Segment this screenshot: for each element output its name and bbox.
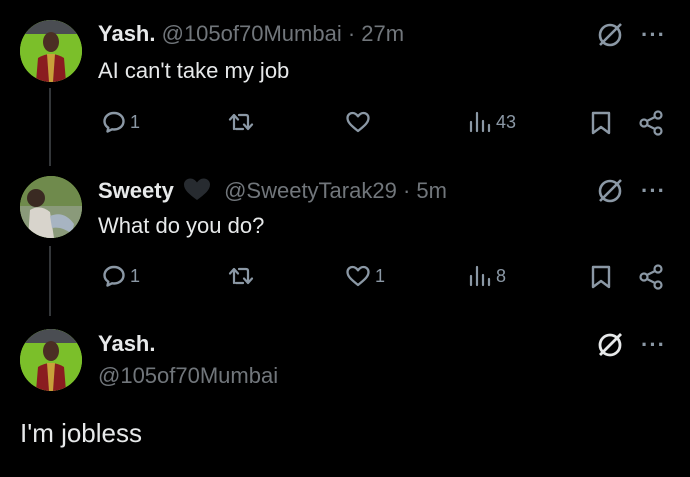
views-button[interactable]: 8 [468,264,506,288]
tweet-text: What do you do? [98,213,265,238]
heart-icon [346,111,370,133]
thread-line [49,88,51,166]
reply-button[interactable]: 1 [102,264,140,288]
author-name[interactable]: Yash. [98,330,155,358]
speech-bubble-icon [103,265,125,287]
more-icon[interactable]: ··· [641,24,666,46]
retweet-button[interactable] [228,110,258,134]
grok-icon[interactable] [595,20,625,50]
avatar[interactable] [20,329,82,391]
author-handle[interactable]: @105of70Mumbai [98,362,278,390]
share-icon[interactable] [638,264,664,290]
bar-chart-icon [469,111,491,133]
grok-icon[interactable] [595,176,625,206]
author-name-text: Yash. [98,331,156,356]
tweet-text: I'm jobless [20,418,143,448]
timestamp[interactable]: · 5m [403,178,447,203]
like-count: 1 [375,265,386,286]
bookmark-icon[interactable] [590,264,612,290]
views-button[interactable]: 43 [468,110,516,134]
more-icon[interactable]: ··· [641,180,666,202]
retweet-icon [228,113,254,131]
view-count: 43 [496,111,517,132]
grok-icon[interactable] [595,330,625,360]
author-name[interactable]: Yash. [98,21,155,46]
retweet-icon [228,267,254,285]
heart-emoji-icon [183,178,210,200]
author-name[interactable]: Sweety [98,178,174,203]
retweet-button[interactable] [228,264,258,288]
timestamp[interactable]: · 27m [348,21,404,46]
reply-count: 1 [130,111,141,132]
author-handle[interactable]: @SweetyTarak29 [224,178,397,203]
author-handle[interactable]: @105of70Mumbai [162,21,342,46]
reply-count: 1 [130,265,141,286]
avatar[interactable] [20,176,82,238]
tweet-text: AI can't take my job [98,58,290,83]
heart-icon [346,265,370,287]
reply-button[interactable]: 1 [102,110,140,134]
tweet-header: Yash. @105of70Mumbai · 27m [98,20,404,48]
like-button[interactable]: 1 [345,264,385,288]
avatar[interactable] [20,20,82,82]
speech-bubble-icon [103,111,125,133]
more-icon[interactable]: ··· [641,334,666,356]
thread-line [49,246,51,316]
bar-chart-icon [469,265,491,287]
share-icon[interactable] [638,110,664,136]
tweet-header: Sweety @SweetyTarak29 · 5m [98,176,447,205]
view-count: 8 [496,265,507,286]
like-button[interactable] [345,110,375,134]
bookmark-icon[interactable] [590,110,612,136]
